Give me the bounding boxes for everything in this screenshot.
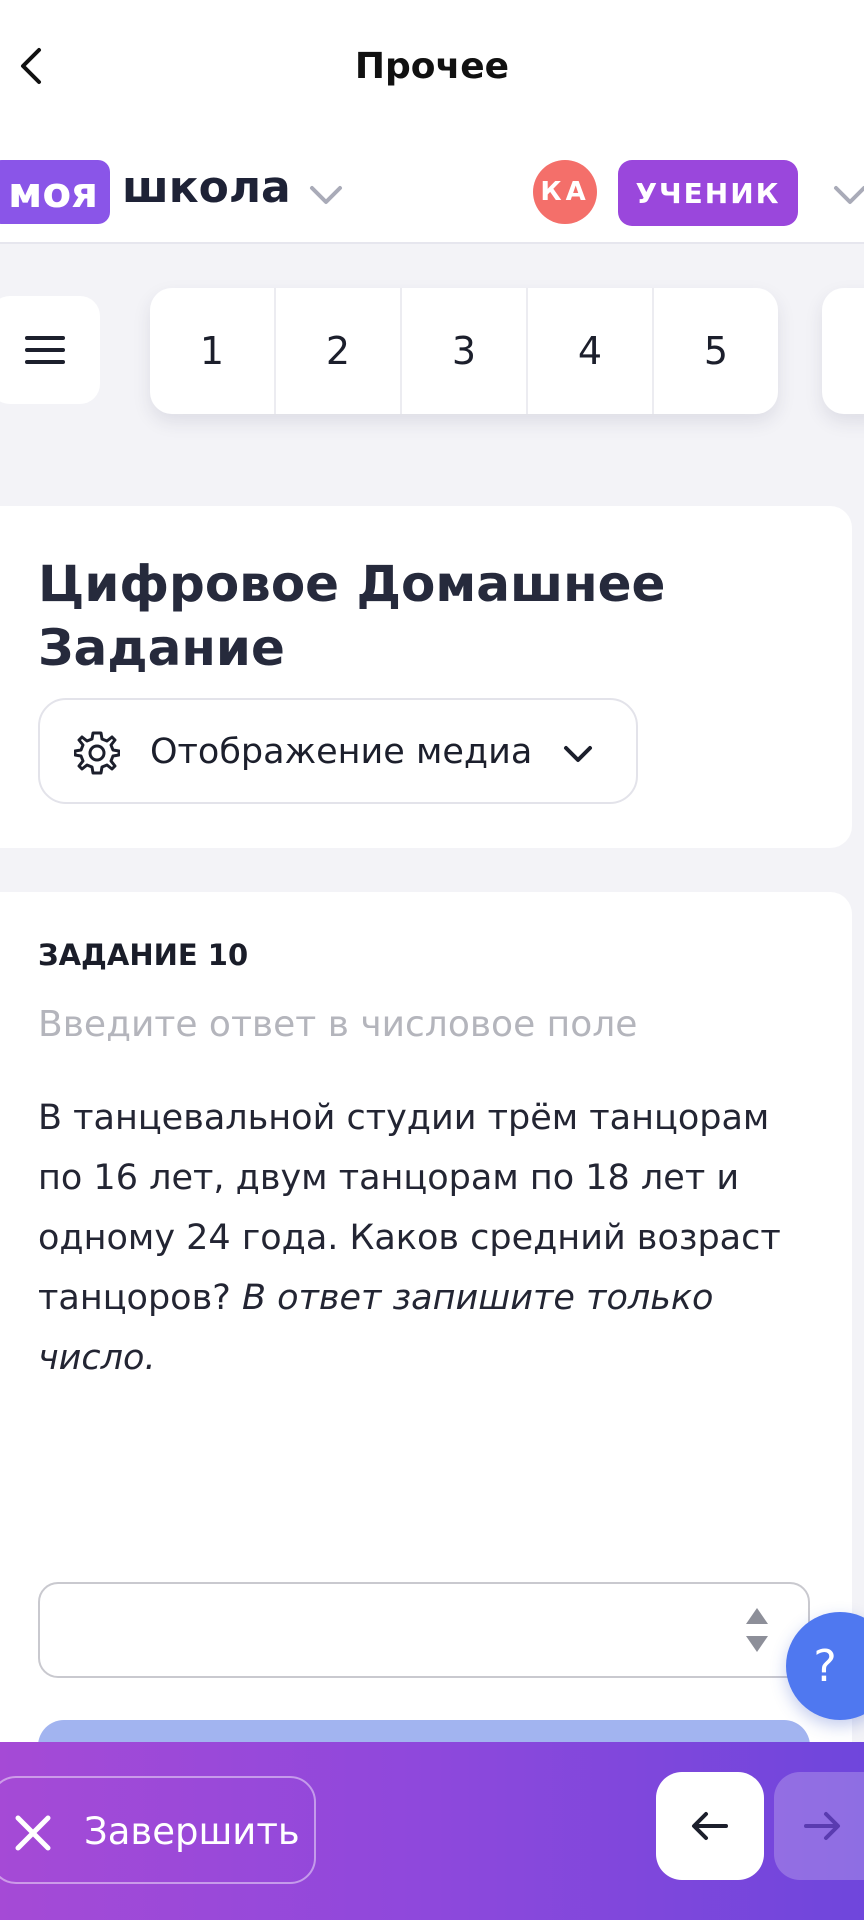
chevron-down-icon[interactable] xyxy=(830,176,864,212)
task-number-2[interactable]: 2 xyxy=(276,288,402,414)
school-header: моя школа КА УЧЕНИК xyxy=(0,132,864,244)
arrow-right-icon xyxy=(804,1812,840,1840)
previous-task-button[interactable] xyxy=(656,1772,764,1880)
avatar[interactable]: КА xyxy=(533,160,597,224)
finish-label: Завершить xyxy=(84,1810,300,1853)
hamburger-icon xyxy=(25,336,65,364)
page-title: Цифровое Домашнее Задание xyxy=(38,555,666,677)
task-number-1[interactable]: 1 xyxy=(150,288,276,414)
bottom-action-bar: Завершить xyxy=(0,1742,864,1920)
top-nav-bar: Прочее xyxy=(0,0,864,132)
finish-button[interactable]: Завершить xyxy=(0,1776,316,1884)
media-dropdown-label: Отображение медиа xyxy=(150,732,533,772)
chevron-down-icon xyxy=(564,746,592,762)
media-display-dropdown[interactable]: Отображение медиа xyxy=(38,698,638,804)
task-number-4[interactable]: 4 xyxy=(528,288,654,414)
logo-moya[interactable]: моя xyxy=(0,160,111,224)
task-label: ЗАДАНИЕ 10 xyxy=(38,938,249,972)
task-number-5[interactable]: 5 xyxy=(654,288,778,414)
arrow-left-icon xyxy=(692,1812,728,1840)
answer-number-input[interactable] xyxy=(38,1582,810,1678)
task-hint: Введите ответ в числовое поле xyxy=(38,1004,638,1045)
logo-shkola[interactable]: школа xyxy=(122,162,291,213)
gear-icon xyxy=(74,731,120,775)
nav-title: Прочее xyxy=(354,46,510,87)
title-card: Цифровое Домашнее Задание Отображение ме… xyxy=(0,506,852,848)
task-menu-button[interactable] xyxy=(0,296,100,404)
task-number-strip: 1 2 3 4 5 xyxy=(150,288,778,414)
close-icon xyxy=(15,1815,51,1851)
task-text: В танцевальной студии трём танцорам по 1… xyxy=(38,1088,818,1388)
chevron-down-icon[interactable] xyxy=(306,176,346,212)
next-task-button[interactable] xyxy=(774,1772,864,1880)
task-number-3[interactable]: 3 xyxy=(402,288,528,414)
number-spinner-icon[interactable] xyxy=(742,1602,772,1658)
task-strip-next-page[interactable] xyxy=(822,288,864,414)
role-button[interactable]: УЧЕНИК xyxy=(618,160,798,226)
